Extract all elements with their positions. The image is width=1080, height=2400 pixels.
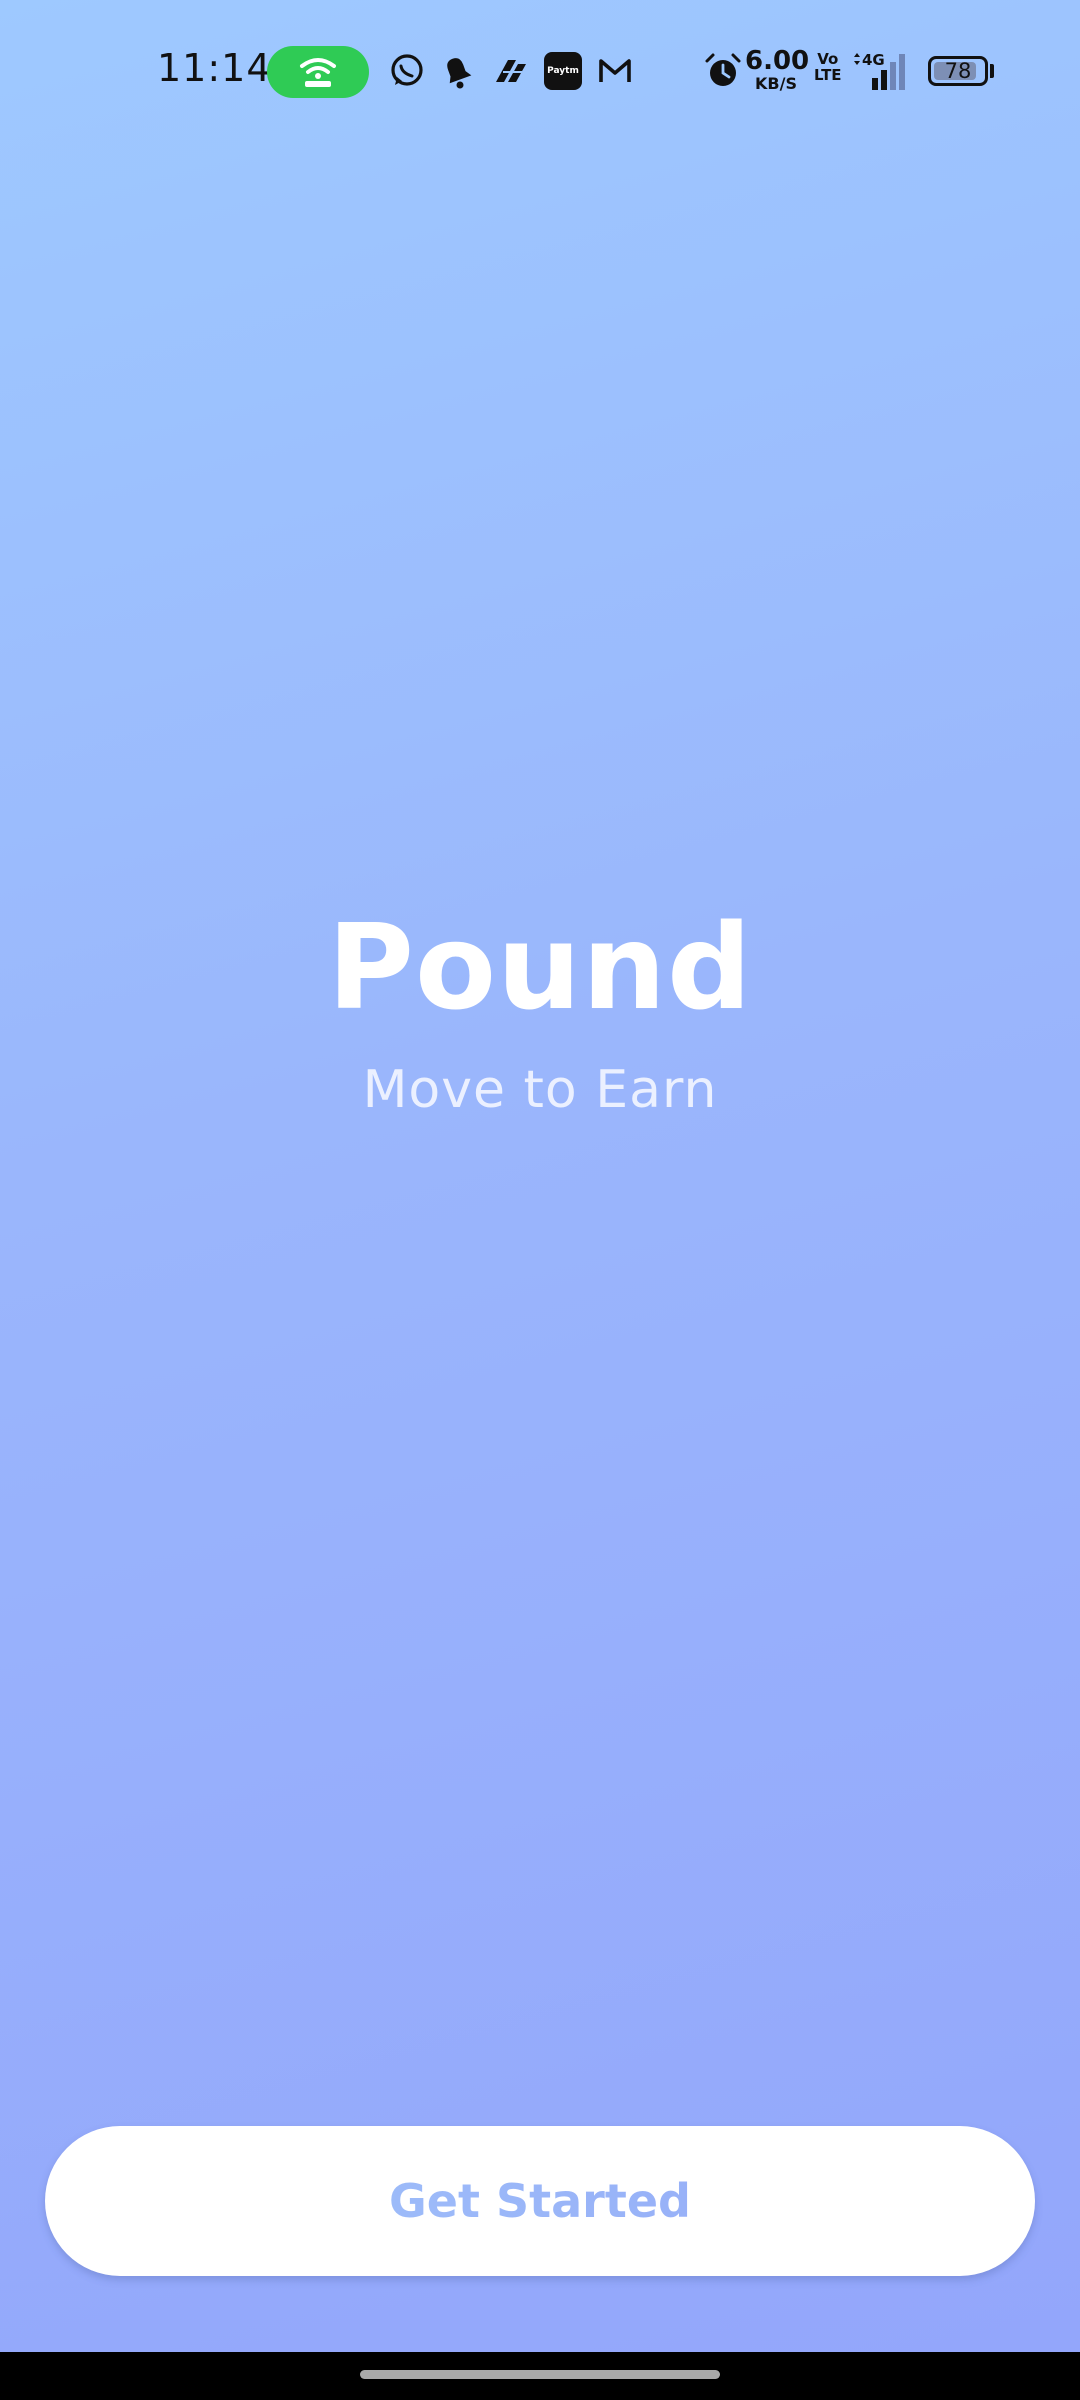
status-bar: 11:14 Paytm 6.00 KB/S Vo LTE 4G 78 bbox=[0, 0, 1080, 144]
battery-tip bbox=[990, 64, 994, 78]
navigation-bar bbox=[0, 2352, 1080, 2400]
paper-plane-icon bbox=[496, 60, 526, 82]
network-speed-value: 6.00 bbox=[745, 46, 810, 76]
network-speed-unit: KB/S bbox=[755, 74, 797, 93]
signal-icon: 4G bbox=[854, 51, 905, 90]
network-type: 4G bbox=[862, 51, 885, 69]
network-speed: 6.00 KB/S bbox=[745, 46, 810, 93]
status-time: 11:14 bbox=[157, 46, 272, 90]
bell-icon bbox=[447, 58, 472, 89]
volte-indicator: Vo LTE bbox=[814, 51, 842, 84]
paytm-icon: Paytm bbox=[544, 52, 582, 90]
gmail-icon bbox=[599, 59, 631, 82]
app-screen: 11:14 Paytm 6.00 KB/S Vo LTE 4G 78 Pound… bbox=[0, 0, 1080, 2352]
app-title: Pound bbox=[327, 898, 753, 1036]
alarm-icon bbox=[705, 53, 741, 86]
get-started-label: Get Started bbox=[45, 2174, 1035, 2228]
get-started-button[interactable]: Get Started bbox=[45, 2126, 1035, 2276]
hotspot-indicator[interactable] bbox=[267, 46, 369, 98]
home-indicator[interactable] bbox=[360, 2370, 720, 2379]
hotspot-icon bbox=[300, 58, 336, 87]
app-tagline: Move to Earn bbox=[362, 1060, 718, 1120]
battery-level: 78 bbox=[944, 59, 972, 83]
battery-indicator: 78 bbox=[928, 56, 988, 86]
whatsapp-icon bbox=[391, 54, 423, 86]
volte-bottom: LTE bbox=[814, 65, 842, 84]
